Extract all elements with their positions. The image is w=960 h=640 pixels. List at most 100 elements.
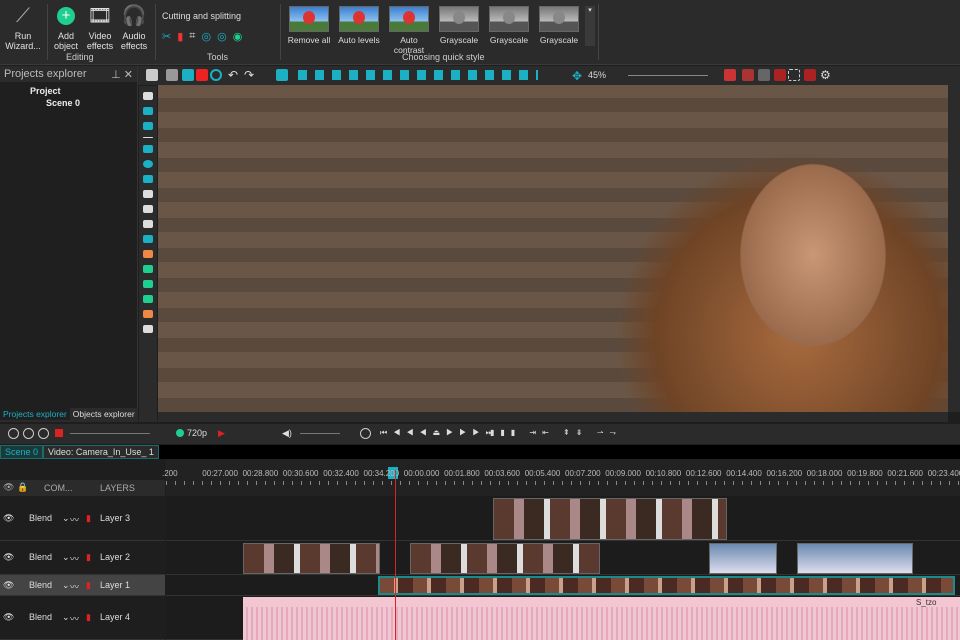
visibility-icon[interactable]: 👁 [3, 580, 14, 591]
chevron-down-icon[interactable]: ⌄ [62, 580, 70, 591]
zoom-slider[interactable] [628, 75, 708, 76]
video-clip[interactable] [243, 543, 380, 574]
tab-scene-0[interactable]: Scene 0 [0, 445, 44, 459]
select-all-icon[interactable] [210, 69, 222, 81]
track-layer-3[interactable] [166, 496, 960, 541]
playhead[interactable] [395, 470, 396, 640]
lock-icon[interactable]: 🔒 [17, 482, 28, 493]
add-object-button[interactable]: + Add object [50, 4, 82, 51]
run-wizard-button[interactable]: ⟋ Run Wizard... [4, 4, 42, 51]
move-icon[interactable] [143, 325, 153, 333]
bounds-icon[interactable] [788, 69, 800, 81]
copy-icon[interactable] [166, 69, 178, 81]
tree-project[interactable]: Project [4, 86, 133, 98]
quick-style-scroll[interactable]: ▾ [585, 6, 595, 46]
volume-slider[interactable] [300, 433, 340, 434]
chevron-down-icon[interactable]: ⌄ [62, 513, 70, 524]
subtitle-icon[interactable] [143, 122, 153, 130]
chart-icon[interactable] [143, 235, 153, 243]
visibility-icon[interactable]: 👁 [3, 552, 14, 563]
snap-objects-icon[interactable] [742, 69, 754, 81]
text-box-icon[interactable] [143, 107, 153, 115]
zoom-in-icon[interactable] [8, 428, 19, 439]
magnet-grid-icon[interactable] [804, 69, 816, 81]
quick-style-grayscale[interactable]: Grayscale [486, 6, 532, 45]
rotate-90-icon[interactable]: ◎ [201, 30, 211, 43]
quick-style-grayscale[interactable]: Grayscale [536, 6, 582, 45]
tab-objects-explorer[interactable]: Objects explorer [70, 408, 138, 420]
track-layer-2[interactable] [166, 541, 960, 575]
animation-icon[interactable] [143, 250, 153, 258]
stabilize-icon[interactable]: ◉ [233, 30, 243, 43]
blend-mode-select[interactable]: Blend [29, 513, 52, 523]
resolution-select[interactable]: 720p [187, 428, 207, 438]
align-icon[interactable] [276, 69, 288, 81]
layer-row[interactable]: 👁 Blend ⌄ 〰 ▮ Layer 3 [0, 496, 165, 541]
visibility-icon[interactable]: 👁 [3, 612, 14, 623]
effects-icon[interactable] [143, 310, 153, 318]
layer-color-icon[interactable]: ▮ [86, 580, 91, 591]
redo-icon[interactable]: ↷ [244, 68, 254, 82]
video-clip[interactable] [709, 543, 777, 574]
zoom-out-icon[interactable] [23, 428, 34, 439]
playback-controls[interactable]: ⏮◀◀◀⏏▶▶▶⏭ [380, 428, 499, 438]
track-layer-4[interactable]: S_tzo [166, 596, 960, 640]
volume-icon[interactable]: ◀) [282, 428, 292, 439]
undo-icon[interactable]: ↶ [228, 68, 238, 82]
audio-clip[interactable] [243, 597, 960, 640]
layer-color-icon[interactable]: ▮ [86, 513, 91, 524]
track-layer-1[interactable] [166, 575, 960, 596]
audio-effects-button[interactable]: 🎧 Audio effects [118, 4, 150, 51]
free-shape-icon[interactable] [143, 175, 153, 183]
video-clip[interactable] [797, 543, 913, 574]
preview-vertical-scrollbar[interactable] [948, 85, 960, 412]
video-preview[interactable] [158, 85, 948, 412]
chevron-down-icon[interactable]: ⌄ [62, 552, 70, 563]
crop-icon[interactable]: ⌗ [189, 30, 195, 43]
rectangle-icon[interactable] [143, 145, 153, 153]
video-effects-button[interactable]: 🎞 Video effects [84, 4, 116, 51]
quick-style-grayscale[interactable]: Grayscale [436, 6, 482, 45]
cut-icon[interactable] [146, 69, 158, 81]
zoom-level[interactable]: 45% [588, 70, 606, 80]
audio-icon[interactable] [143, 280, 153, 288]
ellipse-icon[interactable] [143, 160, 153, 168]
layer-row[interactable]: 👁 Blend ⌄ 〰 ▮ Layer 1 [0, 575, 165, 596]
video-clip[interactable] [493, 498, 727, 540]
timeline-zoom-slider[interactable] [70, 433, 150, 434]
blend-mode-select[interactable]: Blend [29, 612, 52, 622]
settings-gear-icon[interactable]: ⚙ [820, 68, 831, 82]
scissors-icon[interactable]: ✂ [162, 30, 171, 43]
layer-color-icon[interactable]: ▮ [86, 552, 91, 563]
grid-icon[interactable] [758, 69, 770, 81]
text-icon[interactable] [143, 190, 153, 198]
split-tools[interactable]: ▮▮▮ ⇥⇤ ⇞⇟ ⇀⇁ [490, 428, 622, 437]
magnet-icon[interactable] [774, 69, 786, 81]
blend-mode-select[interactable]: Blend [29, 580, 52, 590]
chevron-down-icon[interactable]: ⌄ [62, 612, 70, 623]
layer-row[interactable]: 👁 Blend ⌄ 〰 ▮ Layer 4 [0, 596, 165, 640]
preview-horizontal-scrollbar[interactable] [158, 412, 948, 422]
trim-icon[interactable]: ▮ [177, 30, 183, 43]
quick-style-auto-levels[interactable]: Auto levels [336, 6, 382, 45]
visibility-icon[interactable]: 👁 [3, 513, 14, 524]
layer-color-icon[interactable]: ▮ [86, 612, 91, 623]
line-icon[interactable] [143, 137, 153, 138]
pointer-icon[interactable] [143, 92, 153, 100]
clock-icon[interactable] [360, 428, 371, 439]
pin-close-icons[interactable]: ⊥ ✕ [111, 68, 133, 81]
quick-style-auto-contrast[interactable]: Auto contrast [386, 6, 432, 55]
play-red-icon[interactable]: ▶ [218, 428, 225, 439]
delete-icon[interactable] [196, 69, 208, 81]
timeline-ruler[interactable]: .200 00:27.000 00:28.800 00:30.600 00:32.400… [162, 459, 960, 496]
zoom-fit-icon[interactable]: ✥ [572, 69, 582, 83]
comment-icon[interactable] [143, 220, 153, 228]
quick-style-remove-all[interactable]: Remove all [286, 6, 332, 45]
image-icon[interactable] [143, 265, 153, 273]
visibility-icon[interactable]: 👁 [3, 482, 14, 493]
fit-icon[interactable] [38, 428, 49, 439]
blend-mode-select[interactable]: Blend [29, 552, 52, 562]
counter-icon[interactable] [143, 205, 153, 213]
video-clip[interactable] [410, 543, 600, 574]
tab-video-camera[interactable]: Video: Camera_In_Use_ 1 [43, 445, 159, 459]
